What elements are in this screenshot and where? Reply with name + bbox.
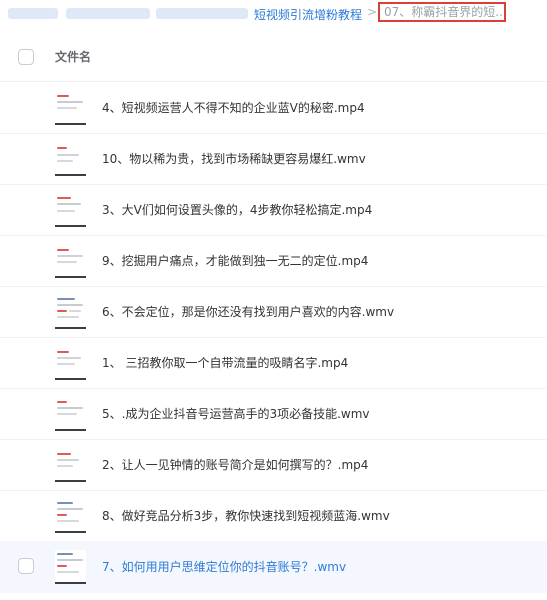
- file-row-selected[interactable]: 7、如何用用户思维定位你的抖音账号？.wmv: [0, 541, 547, 593]
- video-thumbnail-icon: [55, 91, 86, 125]
- file-list-header: 文件名: [0, 34, 547, 82]
- file-name[interactable]: 1、 三招教你取一个自带流量的吸睛名字.mp4: [102, 354, 348, 371]
- row-checkbox[interactable]: [18, 558, 34, 574]
- select-all-checkbox[interactable]: [18, 49, 34, 65]
- file-row[interactable]: 2、让人一见钟情的账号简介是如何撰写的？.mp4: [0, 439, 547, 491]
- breadcrumb-separator: >: [367, 5, 378, 19]
- video-thumbnail-icon: [55, 142, 86, 176]
- file-name[interactable]: 4、短视频运营人不得不知的企业蓝V的秘密.mp4: [102, 99, 365, 116]
- file-row[interactable]: 8、做好竞品分析3步，教你快速找到短视频蓝海.wmv: [0, 490, 547, 542]
- file-row[interactable]: 5、.成为企业抖音号运营高手的3项必备技能.wmv: [0, 388, 547, 440]
- file-row[interactable]: 3、大V们如何设置头像的，4步教你轻松搞定.mp4: [0, 184, 547, 236]
- video-thumbnail-icon: [55, 346, 86, 380]
- file-name[interactable]: 2、让人一见钟情的账号简介是如何撰写的？.mp4: [102, 456, 368, 473]
- file-name[interactable]: 5、.成为企业抖音号运营高手的3项必备技能.wmv: [102, 405, 370, 422]
- blurred-breadcrumb-segment[interactable]: [66, 8, 150, 19]
- file-name[interactable]: 6、不会定位，那是你还没有找到用户喜欢的内容.wmv: [102, 303, 394, 320]
- file-row[interactable]: 1、 三招教你取一个自带流量的吸睛名字.mp4: [0, 337, 547, 389]
- blurred-breadcrumb-segment[interactable]: [8, 8, 58, 19]
- file-name[interactable]: 9、挖掘用户痛点，才能做到独一无二的定位.mp4: [102, 252, 368, 269]
- blurred-breadcrumb-segment[interactable]: [156, 8, 248, 19]
- breadcrumb: 短视频引流增粉教程 > 07、称霸抖音界的短...: [0, 0, 547, 30]
- video-thumbnail-icon: [55, 397, 86, 431]
- file-row[interactable]: 9、挖掘用户痛点，才能做到独一无二的定位.mp4: [0, 235, 547, 287]
- video-thumbnail-icon: [55, 448, 86, 482]
- video-thumbnail-icon: [55, 499, 86, 533]
- file-name[interactable]: 3、大V们如何设置头像的，4步教你轻松搞定.mp4: [102, 201, 372, 218]
- file-name[interactable]: 10、物以稀为贵，找到市场稀缺更容易爆红.wmv: [102, 150, 366, 167]
- file-row[interactable]: 10、物以稀为贵，找到市场稀缺更容易爆红.wmv: [0, 133, 547, 185]
- breadcrumb-current-folder: 07、称霸抖音界的短...: [378, 2, 506, 22]
- file-name[interactable]: 7、如何用用户思维定位你的抖音账号？.wmv: [102, 558, 346, 575]
- video-thumbnail-icon: [55, 244, 86, 278]
- breadcrumb-parent-link[interactable]: 短视频引流增粉教程: [254, 6, 362, 23]
- video-thumbnail-icon: [55, 193, 86, 227]
- video-thumbnail-icon: [55, 550, 86, 584]
- file-name[interactable]: 8、做好竞品分析3步，教你快速找到短视频蓝海.wmv: [102, 507, 390, 524]
- filename-column-header[interactable]: 文件名: [55, 48, 91, 65]
- video-thumbnail-icon: [55, 295, 86, 329]
- file-row[interactable]: 6、不会定位，那是你还没有找到用户喜欢的内容.wmv: [0, 286, 547, 338]
- file-row[interactable]: 4、短视频运营人不得不知的企业蓝V的秘密.mp4: [0, 82, 547, 134]
